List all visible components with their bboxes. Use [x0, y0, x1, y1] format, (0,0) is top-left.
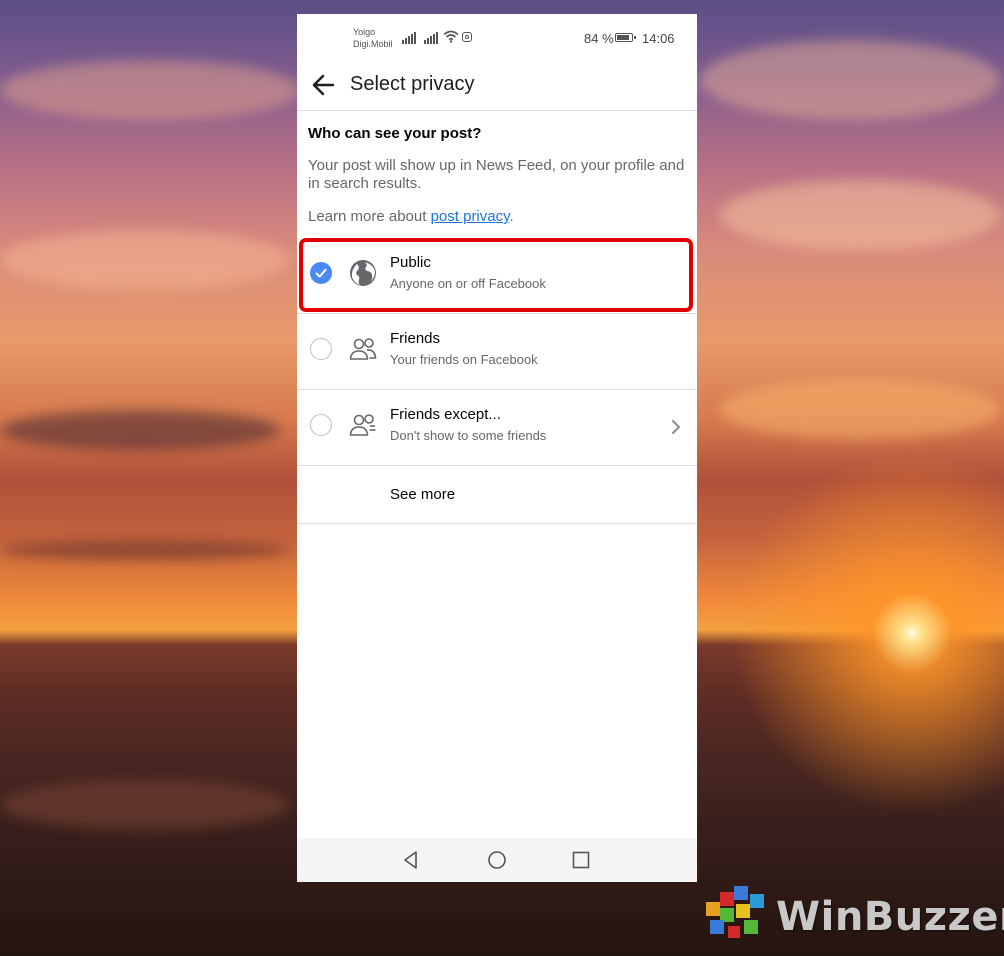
wifi-icon [443, 30, 459, 43]
watermark-text: WinBuzzer [776, 894, 1004, 940]
section-heading: Who can see your post? [308, 125, 482, 142]
chevron-right-icon[interactable] [669, 416, 683, 438]
privacy-option-friends[interactable]: Friends Your friends on Facebook [297, 314, 697, 390]
winbuzzer-logo: WinBuzzer [700, 884, 1004, 948]
see-more-button[interactable]: See more [297, 466, 697, 524]
battery-percent: 84 % [584, 31, 614, 46]
android-nav-bar [297, 838, 697, 882]
nav-back-icon[interactable] [401, 850, 421, 870]
radio-unselected[interactable] [310, 338, 332, 360]
back-arrow-icon[interactable] [309, 70, 339, 100]
see-more-label: See more [390, 486, 456, 503]
carrier-2: Digi.Mobil [353, 39, 393, 49]
option-subtitle: Don't show to some friends [390, 428, 547, 443]
section-description: Your post will show up in News Feed, on … [308, 157, 685, 192]
cube-logo-icon [706, 886, 764, 938]
post-privacy-link[interactable]: post privacy [431, 208, 510, 225]
carrier-names: Yoigo Digi.Mobil [353, 26, 393, 50]
highlight-box [299, 238, 693, 312]
signal-icon [402, 31, 418, 44]
battery-icon [615, 33, 636, 42]
friends-except-icon [349, 414, 376, 436]
nav-recents-icon[interactable] [571, 850, 591, 870]
signal-icon [424, 31, 440, 44]
option-subtitle: Your friends on Facebook [390, 352, 538, 367]
status-bar: Yoigo Digi.Mobil 84 % 14:06 [297, 14, 697, 64]
nav-home-icon[interactable] [487, 850, 507, 870]
learn-more-suffix: . [509, 208, 514, 225]
phone-screen: Yoigo Digi.Mobil 84 % 14:06 Select priva… [297, 14, 697, 882]
radio-unselected[interactable] [310, 414, 332, 436]
app-header: Select privacy [297, 64, 697, 111]
clock: 14:06 [642, 31, 675, 46]
option-label: Friends [390, 330, 441, 347]
learn-more-text: Learn more about post privacy. [308, 208, 514, 225]
instagram-icon [462, 32, 472, 42]
friends-icon [349, 338, 377, 360]
option-label: Friends except... [390, 406, 501, 423]
carrier-1: Yoigo [353, 27, 376, 37]
learn-more-prefix: Learn more about [308, 208, 431, 225]
privacy-option-friends-except[interactable]: Friends except... Don't show to some fri… [297, 390, 697, 466]
page-title: Select privacy [350, 73, 475, 95]
